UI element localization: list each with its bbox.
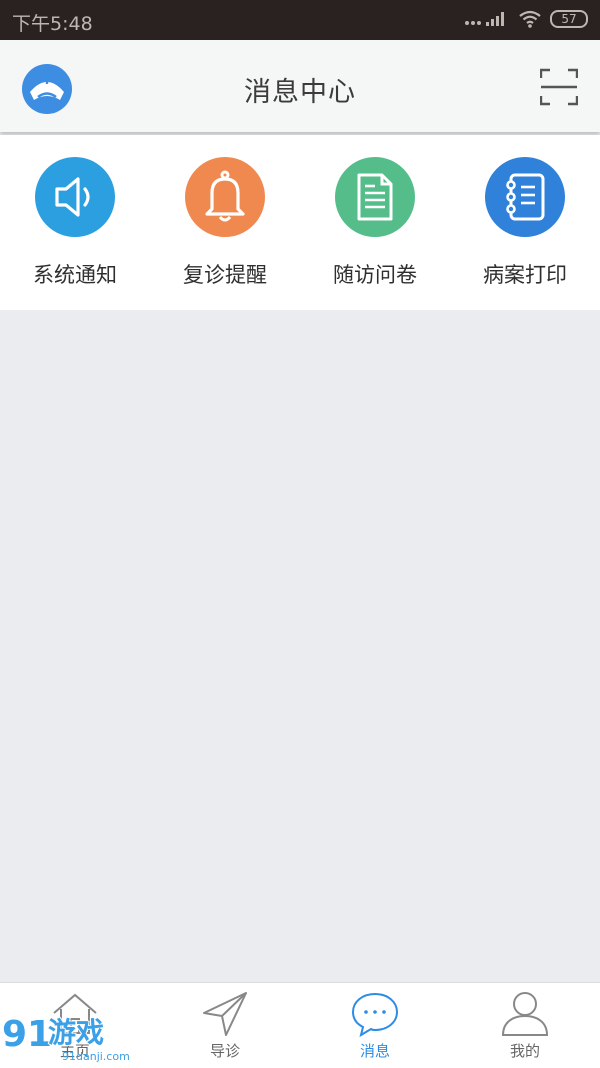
quick-actions: 系统通知 复诊提醒 随访问卷 病案打印 (0, 135, 600, 310)
signal-icon (465, 12, 504, 26)
quick-action-label: 病案打印 (483, 263, 567, 287)
chat-icon (350, 989, 400, 1039)
svg-text:91: 91 (2, 1014, 52, 1055)
quick-action-system-notice[interactable]: 系统通知 (0, 157, 150, 289)
tab-label: 我的 (509, 1042, 540, 1060)
tab-profile[interactable]: 我的 (450, 983, 600, 1068)
svg-text:游戏: 游戏 (48, 1016, 104, 1049)
notebook-icon (485, 157, 565, 237)
navigation-icon (200, 989, 250, 1039)
page-title: 消息中心 (244, 77, 356, 108)
wifi-icon (519, 10, 541, 28)
quick-action-record-print[interactable]: 病案打印 (450, 157, 600, 289)
tab-messages[interactable]: 消息 (300, 983, 450, 1068)
status-indicators: 57 (464, 10, 588, 28)
quick-action-label: 系统通知 (33, 263, 117, 287)
battery-indicator: 57 (550, 10, 588, 28)
status-bar: 下午5:48 57 (0, 0, 600, 40)
quick-action-revisit-reminder[interactable]: 复诊提醒 (150, 157, 300, 289)
svg-text:91danji.com: 91danji.com (62, 1050, 130, 1063)
quick-action-label: 随访问卷 (333, 263, 417, 287)
quick-action-label: 复诊提醒 (183, 263, 267, 287)
speaker-icon (35, 157, 115, 237)
status-time: 下午5:48 (12, 13, 93, 35)
app-header: 消息中心 (0, 40, 600, 132)
quick-action-followup-survey[interactable]: 随访问卷 (300, 157, 450, 289)
tab-guide[interactable]: 导诊 (150, 983, 300, 1068)
watermark-logo: 91 游戏 91danji.com (1, 1010, 134, 1064)
scan-icon (539, 68, 579, 106)
message-list-area (0, 310, 600, 982)
user-icon (500, 989, 550, 1039)
bell-icon (185, 157, 265, 237)
tab-label: 消息 (359, 1042, 390, 1060)
scan-button[interactable] (539, 68, 579, 106)
document-icon (335, 157, 415, 237)
tab-label: 导诊 (209, 1042, 240, 1060)
